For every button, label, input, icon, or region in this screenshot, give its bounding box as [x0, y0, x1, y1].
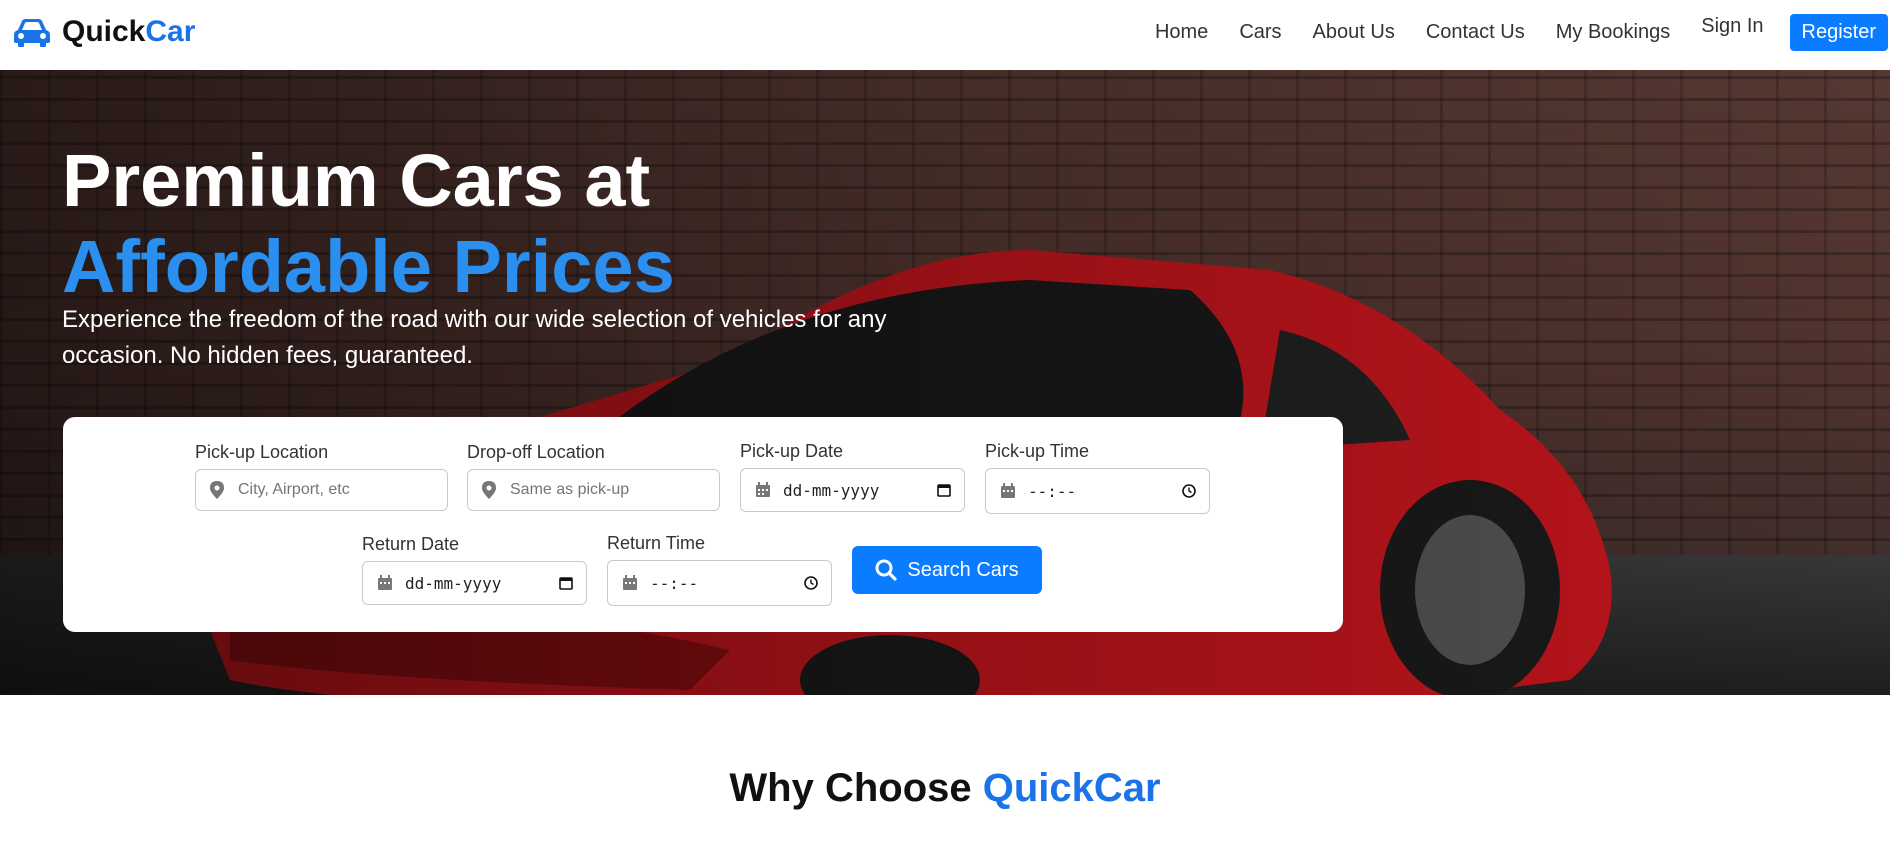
hero-title: Premium Cars at Affordable Prices [62, 138, 675, 310]
return-date-input[interactable]: dd-mm-yyyy [362, 561, 587, 605]
sign-in-link[interactable]: Sign In [1701, 15, 1763, 38]
pickup-date-label: Pick-up Date [740, 441, 844, 461]
pickup-location-box[interactable] [195, 469, 448, 511]
dropoff-location-field: Drop-off Location [467, 442, 720, 511]
pickup-time-value: --:-- [1028, 481, 1077, 501]
date-picker-icon[interactable] [556, 573, 576, 593]
dropoff-location-box[interactable] [467, 469, 720, 511]
nav-contact-us[interactable]: Contact Us [1426, 21, 1525, 44]
hero-title-line2: Affordable Prices [62, 225, 675, 308]
search-cars-button[interactable]: Search Cars [852, 546, 1042, 594]
map-pin-icon [482, 481, 496, 499]
pickup-location-label: Pick-up Location [195, 442, 329, 462]
calendar-icon [755, 481, 771, 499]
hero-title-line1: Premium Cars at [62, 139, 651, 222]
pickup-date-input[interactable]: dd-mm-yyyy [740, 468, 965, 512]
nav-home[interactable]: Home [1155, 21, 1208, 44]
brand-name-part2: Car [145, 15, 196, 48]
return-time-label: Return Time [607, 533, 706, 553]
return-time-field: Return Time --:-- [607, 533, 832, 606]
why-choose-heading: Why Choose QuickCar [0, 766, 1890, 811]
pickup-time-field: Pick-up Time --:-- [985, 441, 1210, 514]
pickup-time-label: Pick-up Time [985, 441, 1090, 461]
calendar-icon [622, 574, 638, 592]
main-nav: Home Cars About Us Contact Us My Booking… [1124, 0, 1890, 64]
return-date-value: dd-mm-yyyy [405, 573, 502, 593]
dropoff-location-label: Drop-off Location [467, 442, 605, 462]
brand-name: QuickCar [62, 14, 195, 50]
hero-subtitle: Experience the freedom of the road with … [62, 306, 887, 369]
why-choose-part1: Why Choose [729, 766, 983, 810]
pickup-location-field: Pick-up Location [195, 442, 448, 511]
pickup-date-field: Pick-up Date dd-mm-yyyy [740, 441, 965, 512]
map-pin-icon [210, 481, 224, 499]
search-icon [875, 559, 898, 581]
pickup-date-value: dd-mm-yyyy [783, 480, 880, 500]
date-picker-icon[interactable] [934, 480, 954, 500]
why-choose-part2: QuickCar [982, 766, 1161, 810]
pickup-location-input[interactable] [236, 480, 447, 500]
brand-logo[interactable]: QuickCar [12, 14, 195, 50]
car-icon [14, 19, 50, 47]
return-date-label: Return Date [362, 534, 460, 554]
register-button[interactable]: Register [1789, 13, 1888, 51]
nav-my-bookings[interactable]: My Bookings [1556, 21, 1671, 44]
dropoff-location-input[interactable] [508, 480, 719, 500]
clock-icon[interactable] [1179, 481, 1199, 501]
brand-name-part1: Quick [62, 15, 146, 48]
pickup-time-input[interactable]: --:-- [985, 468, 1210, 514]
calendar-icon [377, 574, 393, 592]
search-cars-label: Search Cars [907, 558, 1019, 581]
nav-cars[interactable]: Cars [1239, 21, 1281, 44]
clock-icon[interactable] [801, 573, 821, 593]
return-time-input[interactable]: --:-- [607, 560, 832, 606]
top-navbar: QuickCar Home Cars About Us Contact Us M… [0, 0, 1890, 70]
return-date-field: Return Date dd-mm-yyyy [362, 534, 587, 605]
return-time-value: --:-- [650, 573, 699, 593]
nav-about-us[interactable]: About Us [1313, 21, 1395, 44]
calendar-icon [1000, 482, 1016, 500]
